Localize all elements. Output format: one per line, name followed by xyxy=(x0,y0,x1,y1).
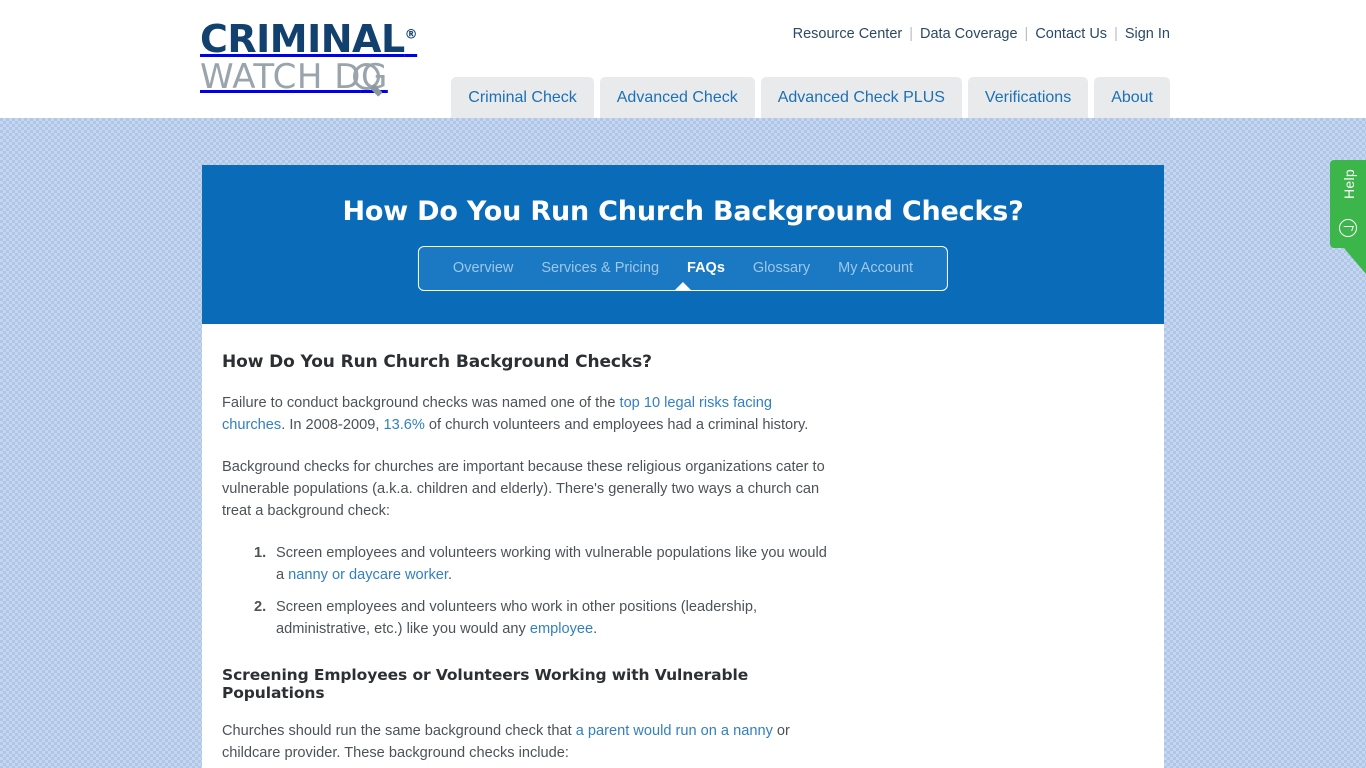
help-button[interactable]: Help xyxy=(1330,160,1366,248)
registered-trademark-icon: ® xyxy=(404,27,418,43)
paragraph-text: of church volunteers and employees had a… xyxy=(424,417,809,433)
site-logo[interactable]: CRIMINAL® WATCH DG xyxy=(200,20,430,100)
article-paragraph-2: Background checks for churches are impor… xyxy=(222,459,825,519)
article-subheading: Screening Employees or Volunteers Workin… xyxy=(222,666,749,702)
article-paragraph-1: Failure to conduct background checks was… xyxy=(222,392,830,436)
list-item-text: . xyxy=(447,567,453,583)
link-employee[interactable]: employee xyxy=(530,621,593,637)
ordered-list: Screen employees and volunteers working … xyxy=(222,542,830,640)
active-tab-pointer-icon xyxy=(673,282,692,291)
logo-secondary-text: WATCH DG xyxy=(200,57,388,97)
subnav-item-glossary[interactable]: Glossary xyxy=(739,247,824,290)
nav-tab-advanced-check-plus[interactable]: Advanced Check PLUS xyxy=(760,77,962,118)
content-card: How Do You Run Church Background Checks?… xyxy=(202,165,1164,768)
article-heading: How Do You Run Church Background Checks? xyxy=(222,352,652,372)
paragraph-text: . In 2008-2009, xyxy=(281,417,384,433)
utility-link-resource-center[interactable]: Resource Center xyxy=(786,26,910,42)
magnifying-glass-icon xyxy=(353,63,384,97)
link-parent-would-run-on-a-nanny[interactable]: a parent would run on a nanny xyxy=(576,723,773,739)
hero-banner: How Do You Run Church Background Checks?… xyxy=(202,165,1164,324)
utility-nav: Resource Center | Data Coverage | Contact Us… xyxy=(786,26,1170,42)
list-item-text: . xyxy=(593,621,598,637)
article-body: How Do You Run Church Background Checks?… xyxy=(202,324,1164,768)
list-item: Screen employees and volunteers working … xyxy=(254,542,830,586)
paragraph-text: Churches should run the same background … xyxy=(222,723,576,739)
nav-tab-advanced-check[interactable]: Advanced Check xyxy=(599,77,755,118)
nav-tab-about[interactable]: About xyxy=(1094,77,1170,118)
headset-icon xyxy=(1339,219,1357,237)
nav-tab-criminal-check[interactable]: Criminal Check xyxy=(451,77,594,118)
page-title: How Do You Run Church Background Checks? xyxy=(342,196,1024,227)
subnav-item-overview[interactable]: Overview xyxy=(439,247,527,290)
subnav-item-my-account[interactable]: My Account xyxy=(824,247,927,290)
subnav-item-services-pricing[interactable]: Services & Pricing xyxy=(527,247,673,290)
link-nanny-or-daycare-worker[interactable]: nanny or daycare worker xyxy=(288,567,448,583)
help-label: Help xyxy=(1341,169,1357,199)
nav-tab-verifications[interactable]: Verifications xyxy=(967,77,1089,118)
site-header: CRIMINAL® WATCH DG Resource Center | Data … xyxy=(0,0,1366,118)
section-subnav: Overview Services & Pricing FAQs Glossar… xyxy=(417,246,949,291)
page-root: CRIMINAL® WATCH DG Resource Center | Data … xyxy=(0,0,1366,768)
main-nav: Criminal Check Advanced Check Advanced C… xyxy=(451,74,1170,118)
logo-primary-text: CRIMINAL® xyxy=(200,17,418,61)
list-item-text: Screen employees and volunteers who work… xyxy=(276,599,758,637)
list-item: Screen employees and volunteers who work… xyxy=(254,596,830,640)
paragraph-text: Failure to conduct background checks was… xyxy=(222,395,620,411)
utility-link-contact-us[interactable]: Contact Us xyxy=(1028,26,1114,42)
link-statistic-13-6-percent[interactable]: 13.6% xyxy=(383,417,424,433)
utility-link-data-coverage[interactable]: Data Coverage xyxy=(913,26,1025,42)
article-paragraph-3: Churches should run the same background … xyxy=(222,720,830,764)
utility-link-sign-in[interactable]: Sign In xyxy=(1118,26,1170,42)
